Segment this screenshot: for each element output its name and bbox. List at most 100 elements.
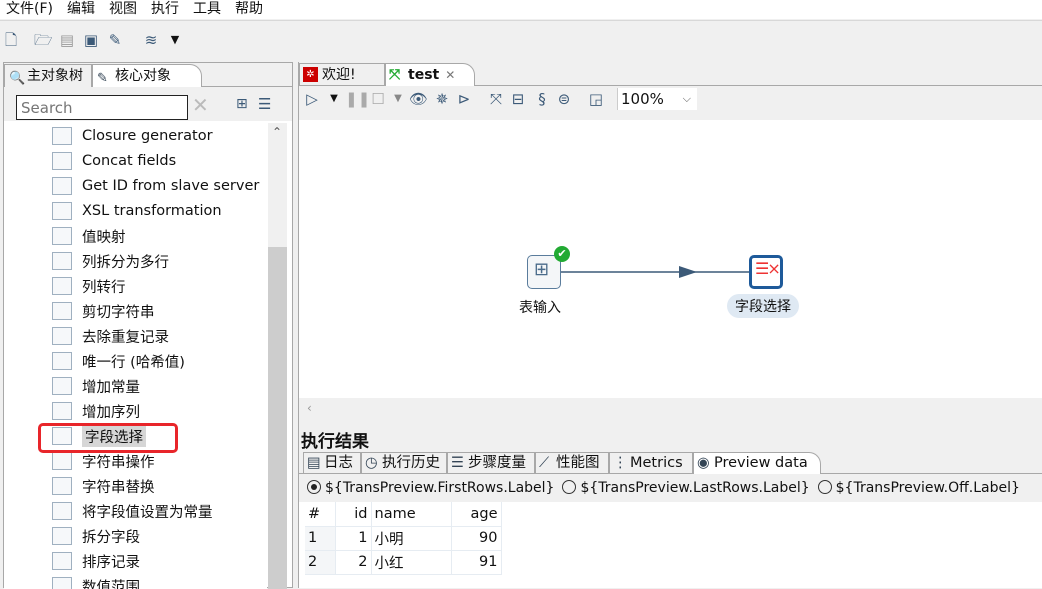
step-list-item[interactable]: 字符串替换 (52, 475, 155, 497)
tab-metrics[interactable]: ⋮Metrics (609, 452, 693, 474)
new-file-icon[interactable]: 🗋 (2, 31, 20, 49)
preview-radio[interactable]: ${TransPreview.LastRows.Label} (562, 480, 809, 496)
unique-icon (52, 327, 72, 345)
preview-icon[interactable]: 👁 (409, 90, 427, 108)
menu-view[interactable]: 视图 (102, 0, 144, 19)
close-tab-icon[interactable]: ✕ (445, 68, 455, 82)
tab-test[interactable]: ⤧test✕ (385, 63, 475, 87)
transformation-canvas[interactable]: ⊞ ✔ 表输入 ☰× 字段选择 (299, 120, 1042, 398)
chart-icon: ⟋ (539, 453, 549, 473)
stop-dropdown-icon[interactable]: ▼ (389, 90, 407, 108)
verify-icon[interactable]: ⤧ (487, 90, 505, 108)
core-objects-panel: 🔍主对象树 ✎核心对象 ✕ ⊞ ☰ Closure generator Conca… (3, 62, 293, 588)
step-list-item[interactable]: 唯一行 (哈希值) (52, 350, 185, 372)
step-list-item[interactable]: 字符串操作 (52, 450, 155, 472)
radio-icon[interactable] (307, 480, 321, 494)
select-fields-icon: ☰× (755, 259, 779, 278)
step-list-item-label: 将字段值设置为常量 (82, 501, 213, 522)
step-select-fields[interactable]: ☰× (749, 255, 783, 289)
table-row[interactable]: 11小明90 (305, 526, 501, 550)
set-constant-icon (52, 502, 72, 520)
step-list-item-label: 去除重复记录 (82, 326, 169, 347)
step-list-item[interactable]: 剪切字符串 (52, 300, 155, 322)
vertical-scrollbar[interactable]: ⌃ (268, 123, 287, 589)
step-list-item[interactable]: 列转行 (52, 275, 126, 297)
save-as-icon[interactable]: ✎ (106, 31, 124, 49)
step-list-item[interactable]: Closure generator (52, 125, 213, 147)
main-toolbar: 🗋 🗁 ▤ ▣ ✎ ≋ ▼ (0, 20, 1042, 60)
tab-welcome[interactable]: ✲欢迎! (299, 63, 385, 87)
tab-main-tree[interactable]: 🔍主对象树 (4, 64, 92, 87)
scroll-thumb[interactable] (268, 247, 287, 589)
sql-icon[interactable]: § (533, 90, 551, 108)
replay-icon[interactable]: ⊳ (455, 90, 473, 108)
tab-preview-data[interactable]: ◉Preview data (693, 452, 821, 474)
step-list-item[interactable]: 数值范围 (52, 575, 140, 589)
run-icon[interactable]: ▷ (303, 90, 321, 108)
pivot-icon (52, 277, 72, 295)
clear-icon[interactable]: ✕ (192, 93, 209, 117)
step-list-item[interactable]: Get ID from slave server (52, 175, 259, 197)
run-dropdown-icon[interactable]: ▼ (325, 90, 343, 108)
column-header[interactable]: id (335, 502, 371, 526)
step-list-item[interactable]: 增加序列 (52, 400, 140, 422)
step-list-item[interactable]: Concat fields (52, 150, 176, 172)
scroll-up-icon[interactable]: ⌃ (272, 125, 282, 139)
step-list-item[interactable]: 排序记录 (52, 550, 140, 572)
menu-tools[interactable]: 工具 (186, 0, 228, 19)
chevron-down-icon[interactable]: ▼ (166, 31, 184, 49)
step-list-item[interactable]: 将字段值设置为常量 (52, 500, 213, 522)
hop-arrow[interactable] (299, 120, 1042, 398)
pause-icon[interactable]: ❚❚ (345, 90, 363, 108)
stop-icon[interactable]: ☐ (369, 90, 387, 108)
success-check-icon: ✔ (554, 246, 570, 262)
step-list-item[interactable]: 拆分字段 (52, 525, 140, 547)
debug-icon[interactable]: ✵ (433, 90, 451, 108)
table-row[interactable]: 22小红91 (305, 550, 501, 574)
menu-edit[interactable]: 编辑 (60, 0, 102, 19)
step-list-item[interactable]: 列拆分为多行 (52, 250, 169, 272)
list-view-icon[interactable]: ☰ (258, 95, 271, 113)
table-cell: 2 (335, 550, 371, 574)
step-list-item[interactable]: 增加常量 (52, 375, 140, 397)
step-list-item[interactable]: 值映射 (52, 225, 126, 247)
tab-performance[interactable]: ⟋性能图 (535, 452, 609, 474)
expand-tree-icon[interactable]: ⊞ (236, 96, 248, 112)
step-list-item[interactable]: 去除重复记录 (52, 325, 169, 347)
explore-db-icon[interactable]: ⊜ (555, 90, 573, 108)
results-title: 执行结果 (299, 420, 1042, 452)
search-input[interactable] (16, 95, 188, 120)
column-header[interactable]: name (371, 502, 451, 526)
tab-log[interactable]: ▤日志 (303, 452, 361, 474)
radio-icon[interactable] (562, 480, 576, 494)
constant-icon (52, 377, 72, 395)
zoom-select[interactable]: 100%⌵ (617, 88, 697, 110)
tab-step-metrics[interactable]: ☰步骤度量 (447, 452, 535, 474)
open-folder-icon[interactable]: 🗁 (34, 31, 52, 49)
step-list-item[interactable]: XSL transformation (52, 200, 222, 222)
preview-radio[interactable]: ${TransPreview.Off.Label} (818, 480, 1020, 496)
menu-file[interactable]: 文件(F) (0, 0, 60, 19)
menu-help[interactable]: 帮助 (228, 0, 270, 19)
scroll-left-icon[interactable]: ‹ (307, 401, 312, 415)
tab-history[interactable]: ◷执行历史 (361, 452, 447, 474)
layers-icon[interactable]: ≋ (142, 31, 160, 49)
scissors-icon (52, 302, 72, 320)
impact-icon[interactable]: ⊟ (509, 90, 527, 108)
horizontal-scrollbar[interactable]: ‹ (299, 398, 1042, 418)
transform-icon: ⤧ (389, 64, 400, 86)
save-icon[interactable]: ▣ (82, 31, 100, 49)
eye-icon: ◉ (697, 453, 710, 473)
explore-icon[interactable]: ▤ (58, 31, 76, 49)
step-list-item-label: Concat fields (82, 153, 176, 169)
menu-run[interactable]: 执行 (144, 0, 186, 19)
preview-radio[interactable]: ${TransPreview.FirstRows.Label} (307, 480, 554, 496)
column-header[interactable]: # (305, 502, 335, 526)
column-header[interactable]: age (451, 502, 501, 526)
table-cell: 小红 (371, 550, 451, 574)
grid-toggle-icon[interactable]: ◲ (587, 90, 605, 108)
preview-mode-radios: ${TransPreview.FirstRows.Label} ${TransPr… (299, 474, 1042, 502)
tab-core-objects[interactable]: ✎核心对象 (92, 64, 202, 87)
radio-icon[interactable] (818, 480, 832, 494)
table-cell: 90 (451, 526, 501, 550)
